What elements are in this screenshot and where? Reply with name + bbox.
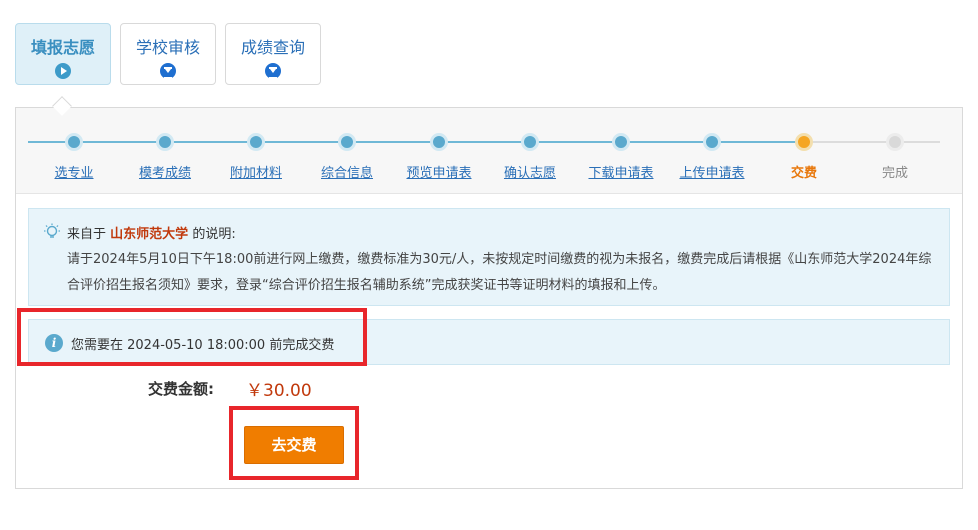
note-suffix: 的说明: <box>192 227 236 242</box>
tab-fill-application[interactable]: 填报志愿 <box>15 23 111 85</box>
tab-label: 成绩查询 <box>240 38 305 57</box>
tab-school-review[interactable]: 学校审核 <box>120 23 216 85</box>
step-dot <box>430 133 448 151</box>
step-link-mock-scores[interactable]: 模考成绩 <box>120 162 210 181</box>
step-link-upload-form[interactable]: 上传申请表 <box>667 162 757 181</box>
step-progress-bar: 选专业 模考成绩 附加材料 综合信息 预览申请表 确认志愿 下载申请表 上传申请… <box>16 108 962 194</box>
note-prefix: 来自于 <box>67 227 107 242</box>
amount-value: ￥30.00 <box>246 381 312 401</box>
amount-label: 交费金额: <box>148 380 214 398</box>
note-source: 来自于 山东师范大学 的说明: <box>67 223 236 242</box>
step-link-select-major[interactable]: 选专业 <box>29 162 119 181</box>
note-body: 请于2024年5月10日下午18:00前进行网上缴费，缴费标准为30元/人，未按… <box>67 252 932 293</box>
progress-line-done <box>28 141 804 143</box>
highlight-box-deadline <box>17 308 367 366</box>
main-panel: 选专业 模考成绩 附加材料 综合信息 预览申请表 确认志愿 下载申请表 上传申请… <box>15 107 963 489</box>
step-dot-current <box>795 133 813 151</box>
progress-line-pending <box>804 141 940 143</box>
step-dot <box>247 133 265 151</box>
step-dot-pending <box>886 133 904 151</box>
step-link-download-form[interactable]: 下载申请表 <box>576 162 666 181</box>
step-dot <box>65 133 83 151</box>
tab-score-query[interactable]: 成绩查询 <box>225 23 321 85</box>
step-dot <box>521 133 539 151</box>
step-label-complete: 完成 <box>881 166 908 181</box>
hourglass-icon <box>265 63 281 79</box>
highlight-box-pay-button <box>229 406 359 480</box>
school-name: 山东师范大学 <box>110 227 189 242</box>
school-note-box: 来自于 山东师范大学 的说明: 请于2024年5月10日下午18:00前进行网上… <box>28 208 950 306</box>
step-link-extra-materials[interactable]: 附加材料 <box>211 162 301 181</box>
hourglass-icon <box>160 63 176 79</box>
lightbulb-icon <box>44 223 60 238</box>
step-dot <box>612 133 630 151</box>
step-dot <box>156 133 174 151</box>
step-dot <box>338 133 356 151</box>
step-link-preview-form[interactable]: 预览申请表 <box>394 162 484 181</box>
step-link-general-info[interactable]: 综合信息 <box>302 162 392 181</box>
step-dot <box>703 133 721 151</box>
step-link-confirm-choices[interactable]: 确认志愿 <box>485 162 575 181</box>
tab-label: 填报志愿 <box>30 38 95 57</box>
step-label-payment: 交费 <box>790 166 817 181</box>
play-icon <box>55 63 71 79</box>
tab-label: 学校审核 <box>135 38 200 57</box>
